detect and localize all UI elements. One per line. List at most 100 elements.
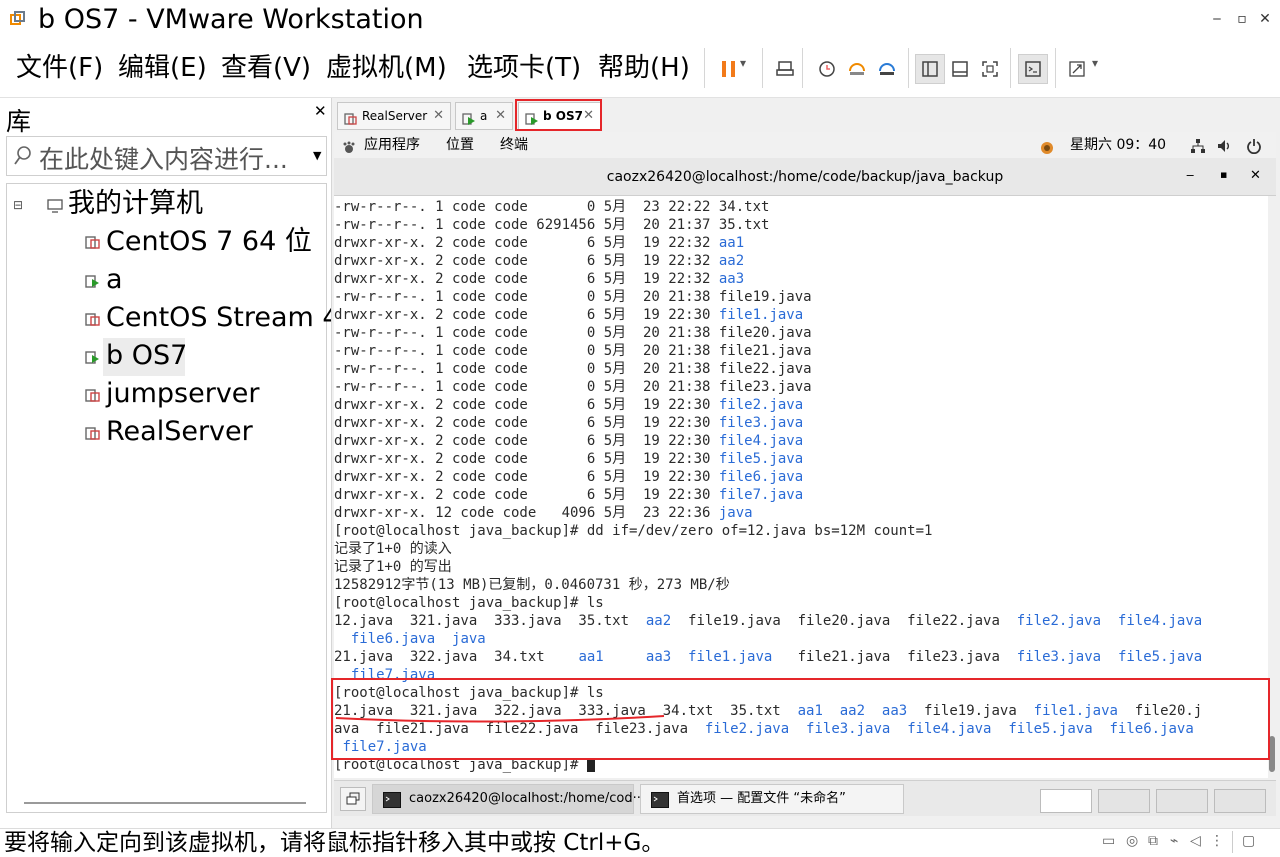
close-button[interactable]: ✕ — [1256, 10, 1274, 28]
stretch-guest-icon[interactable] — [1062, 54, 1092, 84]
tree-vm-centos-stream[interactable]: CentOS Stream 4 — [106, 300, 340, 336]
terminal-line: drwxr-xr-x. 2 code code 6 5月 19 22:32 aa… — [334, 270, 744, 288]
tab-close-icon[interactable]: ✕ — [433, 103, 444, 129]
tab-realserver[interactable]: RealServer ✕ — [337, 102, 451, 130]
search-placeholder: 在此处键入内容进行... — [39, 145, 288, 174]
workspace-2[interactable] — [1098, 789, 1150, 813]
terminal-text: drwxr-xr-x. 2 code code 6 5月 19 22:30 — [334, 469, 719, 485]
terminal-text: -rw-r--r--. 1 code code 6291456 5月 20 21… — [334, 217, 770, 233]
full-screen-icon[interactable] — [975, 54, 1005, 84]
workspace-3[interactable] — [1156, 789, 1208, 813]
snapshot-manager-icon[interactable] — [872, 54, 902, 84]
hard-disk-icon[interactable]: ▭ — [1102, 833, 1115, 849]
terminal-text: drwxr-xr-x. 2 code code 6 5月 19 22:30 — [334, 451, 719, 467]
vm-running-icon — [85, 349, 101, 365]
thumbnail-bar-icon[interactable] — [945, 54, 975, 84]
library-horizontal-scrollbar[interactable] — [24, 802, 306, 804]
tab-close-icon[interactable]: ✕ — [495, 103, 506, 129]
menu-vm[interactable]: 虚拟机(M) — [326, 50, 447, 86]
tree-vm-realserver[interactable]: RealServer — [106, 414, 253, 450]
tab-a[interactable]: a ✕ — [455, 102, 513, 130]
terminal-line: drwxr-xr-x. 2 code code 6 5月 19 22:30 fi… — [334, 486, 803, 504]
terminal-text: drwxr-xr-x. 2 code code 6 5月 19 22:30 — [334, 433, 719, 449]
cd-dvd-icon[interactable]: ◎ — [1126, 833, 1138, 849]
terminal-text: drwxr-xr-x. 2 code code 6 5月 19 22:30 — [334, 307, 719, 323]
tree-root-my-computer[interactable]: 我的计算机 — [68, 186, 203, 222]
terminal-close-icon[interactable]: ✕ — [1250, 168, 1261, 183]
display-icon[interactable]: ⋮ — [1210, 833, 1224, 849]
tree-vm-centos7[interactable]: CentOS 7 64 位 — [106, 224, 312, 260]
tree-vm-jumpserver[interactable]: jumpserver — [106, 376, 260, 412]
terminal-text: drwxr-xr-x. 2 code code 6 5月 19 22:30 — [334, 415, 719, 431]
terminal-text: -rw-r--r--. 1 code code 0 5月 20 21:38 fi… — [334, 379, 812, 395]
terminal-line: [root@localhost java_backup]# ls — [334, 594, 604, 612]
sound-card-icon[interactable]: ◁ — [1190, 833, 1201, 849]
window-title: b OS7 - VMware Workstation — [38, 4, 424, 35]
status-separator — [1232, 831, 1233, 853]
tab-label: RealServer — [362, 109, 428, 123]
terminal-text: drwxr-xr-x. 2 code code 6 5月 19 22:30 — [334, 397, 719, 413]
workspace-4[interactable] — [1214, 789, 1266, 813]
terminal-line: -rw-r--r--. 1 code code 6291456 5月 20 21… — [334, 216, 769, 234]
gnome-terminal-menu[interactable]: 终端 — [500, 132, 528, 158]
taskbar-terminal[interactable]: caozx26420@localhost:/home/cod··· — [372, 784, 645, 814]
terminal-text: java — [718, 505, 753, 521]
taskbar-terminal-label: caozx26420@localhost:/home/cod··· — [409, 791, 646, 806]
tree-vm-b-os7[interactable]: b OS7 — [106, 338, 187, 374]
terminal-text: file3.java — [1016, 649, 1102, 665]
workspace-1[interactable] — [1040, 789, 1092, 813]
gnome-applications-menu[interactable]: 应用程序 — [364, 132, 420, 158]
terminal-text: aa3 — [718, 271, 745, 287]
message-log-icon[interactable]: ▢ — [1242, 833, 1255, 849]
terminal-line: drwxr-xr-x. 2 code code 6 5月 19 22:32 aa… — [334, 252, 744, 270]
gnome-places-menu[interactable]: 位置 — [446, 132, 474, 158]
terminal-line: 21.java 322.java 34.txt aa1 aa3 file1.ja… — [334, 648, 1202, 666]
restore-button[interactable]: ▫ — [1233, 10, 1251, 28]
title-bar: b OS7 - VMware Workstation ‒ ▫ ✕ — [0, 0, 1280, 40]
terminal-title: caozx26420@localhost:/home/code/backup/j… — [606, 169, 1004, 185]
menu-tabs[interactable]: 选项卡(T) — [467, 50, 581, 86]
library-search-input[interactable]: 在此处键入内容进行... ▼ — [6, 136, 327, 176]
menu-view[interactable]: 查看(V) — [221, 50, 311, 86]
gnome-clock[interactable]: 星期六 09：40 — [1070, 132, 1166, 158]
terminal-cursor — [586, 758, 595, 772]
terminal-line: -rw-r--r--. 1 code code 0 5月 20 21:38 fi… — [334, 324, 812, 342]
send-ctrl-alt-del-icon[interactable] — [770, 54, 800, 84]
menu-help[interactable]: 帮助(H) — [598, 50, 690, 86]
library-title: 库 — [6, 107, 32, 136]
terminal-text: drwxr-xr-x. 2 code code 6 5月 19 22:32 — [334, 235, 719, 251]
network-adapter-icon[interactable]: ⧉ — [1148, 833, 1158, 849]
terminal-minimize-icon[interactable]: ‒ — [1186, 168, 1194, 183]
menu-file[interactable]: 文件(F) — [16, 50, 103, 86]
toolbar-separator — [762, 48, 763, 88]
terminal-text: file21.java file23.java — [772, 649, 1017, 665]
show-library-icon[interactable] — [915, 54, 945, 84]
terminal-text: file2.java — [718, 397, 804, 413]
library-close-icon[interactable]: ✕ — [314, 102, 327, 120]
snapshot-icon[interactable] — [812, 54, 842, 84]
terminal-text: drwxr-xr-x. 2 code code 6 5月 19 22:30 — [334, 487, 719, 503]
terminal-maximize-icon[interactable]: ▪ — [1220, 168, 1227, 181]
terminal-text: -rw-r--r--. 1 code code 0 5月 20 21:38 fi… — [334, 343, 812, 359]
menu-edit[interactable]: 编辑(E) — [118, 50, 207, 86]
collapse-icon[interactable]: ⊟ — [13, 198, 23, 212]
toolbar-separator — [1010, 48, 1011, 88]
terminal-text: -rw-r--r--. 1 code code 0 5月 20 21:38 fi… — [334, 325, 812, 341]
toolbar-separator — [802, 48, 803, 88]
console-view-icon[interactable] — [1018, 54, 1048, 84]
terminal-text: [root@localhost java_backup]# dd if=/dev… — [334, 523, 933, 539]
show-desktop-icon[interactable] — [340, 787, 366, 811]
search-dropdown-icon[interactable]: ▼ — [313, 149, 321, 162]
annotation-underline — [335, 715, 665, 723]
pause-dropdown-icon[interactable]: ▾ — [740, 56, 746, 70]
minimize-button[interactable]: ‒ — [1208, 10, 1226, 28]
stretch-dropdown-icon[interactable]: ▾ — [1092, 56, 1098, 70]
terminal-line: drwxr-xr-x. 2 code code 6 5月 19 22:30 fi… — [334, 468, 803, 486]
taskbar-preferences[interactable]: 首选项 — 配置文件 “未命名” — [640, 784, 904, 814]
terminal-text: 记录了1+0 的读入 — [334, 541, 452, 557]
usb-icon[interactable]: ⌁ — [1170, 833, 1178, 849]
tree-vm-a[interactable]: a — [106, 262, 123, 298]
revert-snapshot-icon[interactable] — [842, 54, 872, 84]
terminal-header: caozx26420@localhost:/home/code/backup/j… — [334, 158, 1276, 196]
